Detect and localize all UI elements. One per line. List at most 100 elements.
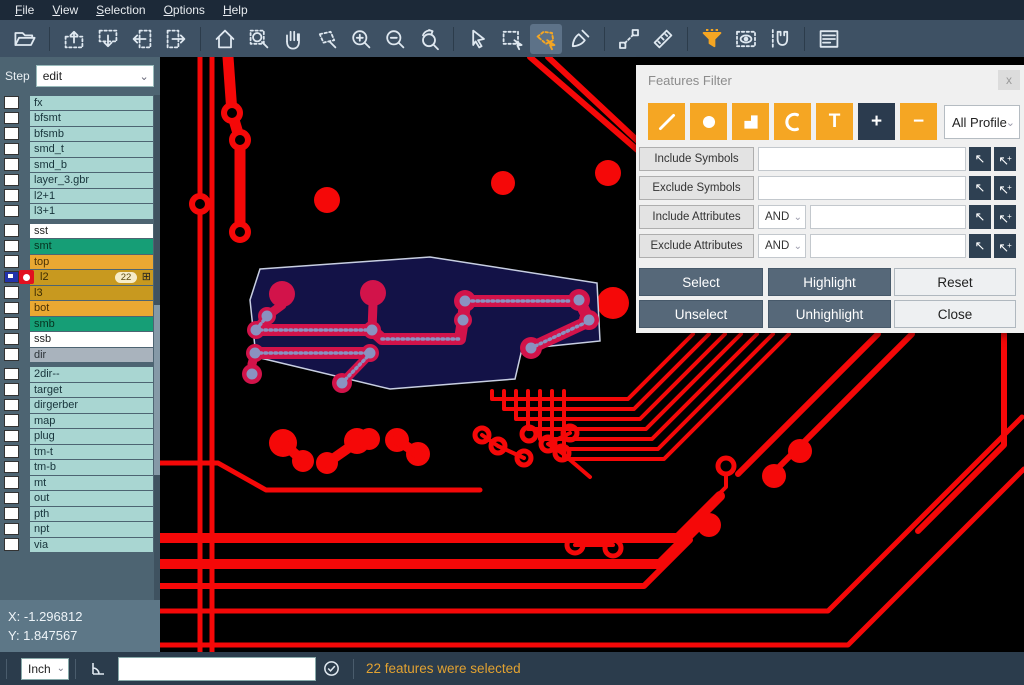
filter-value-field[interactable] — [758, 176, 966, 200]
zoom-out-icon[interactable] — [379, 24, 411, 54]
features-filter-icon[interactable] — [696, 24, 728, 54]
move-up-icon[interactable] — [58, 24, 90, 54]
pan-hand-icon[interactable] — [277, 24, 309, 54]
layer-name[interactable]: l2+1 — [30, 189, 153, 204]
layer-row-map[interactable]: map — [0, 413, 160, 429]
zoom-area-icon[interactable] — [243, 24, 275, 54]
rect-select-icon[interactable] — [496, 24, 528, 54]
layer-name[interactable]: via — [30, 538, 153, 553]
layer-row-l3+1[interactable]: l3+1 — [0, 204, 160, 220]
line-tool-button[interactable] — [648, 103, 685, 140]
layer-name[interactable]: l222⊞ — [30, 270, 153, 285]
menu-selection[interactable]: Selection — [87, 1, 154, 19]
and-select[interactable]: AND⌄ — [758, 234, 806, 258]
layer-checkbox[interactable] — [4, 143, 19, 156]
layer-name[interactable]: smd_t — [30, 142, 153, 157]
profile-select[interactable]: All Profile ⌄ — [944, 105, 1020, 139]
unhighlight-button[interactable]: Unhighlight — [768, 300, 891, 328]
layer-checkbox[interactable] — [4, 302, 19, 315]
layer-name[interactable]: l3+1 — [30, 204, 153, 219]
layer-checkbox[interactable] — [4, 158, 19, 171]
selection-region[interactable] — [242, 257, 600, 393]
remove-filter-button[interactable]: − — [900, 103, 937, 140]
layer-name[interactable]: dirgerber — [30, 398, 153, 413]
select-button[interactable]: Select — [639, 268, 763, 296]
layer-name[interactable]: tm-t — [30, 445, 153, 460]
pick-icon[interactable]: ↖ — [969, 234, 991, 258]
unit-select[interactable]: Inch ⌄ — [21, 658, 69, 680]
layer-row-mt[interactable]: mt — [0, 475, 160, 491]
layer-name[interactable]: bfsmt — [30, 111, 153, 126]
step-select[interactable]: edit ⌄ — [36, 65, 154, 87]
layer-checkbox[interactable] — [4, 317, 19, 330]
layer-name[interactable]: target — [30, 383, 153, 398]
layer-checkbox[interactable] — [4, 476, 19, 489]
poly-zoom-icon[interactable] — [311, 24, 343, 54]
menu-options[interactable]: Options — [155, 1, 214, 19]
pick-icon[interactable]: ↖ — [969, 176, 991, 200]
zoom-previous-icon[interactable] — [413, 24, 445, 54]
measure-line-icon[interactable] — [613, 24, 645, 54]
layer-row-sst[interactable]: sst — [0, 223, 160, 239]
close-icon[interactable]: x — [998, 70, 1020, 90]
layer-checkbox[interactable] — [4, 348, 19, 361]
pick-add-icon[interactable]: ↖+ — [994, 176, 1016, 200]
menu-view[interactable]: View — [43, 1, 87, 19]
pick-add-icon[interactable]: ↖+ — [994, 205, 1016, 229]
highlight-button[interactable]: Highlight — [768, 268, 891, 296]
layer-name[interactable]: map — [30, 414, 153, 429]
layer-checkbox[interactable] — [4, 523, 19, 536]
scrollbar-thumb[interactable] — [154, 305, 160, 475]
layer-row-fx[interactable]: fx — [0, 95, 160, 111]
text-tool-button[interactable]: T — [816, 103, 853, 140]
layer-checkbox[interactable] — [4, 492, 19, 505]
layer-name[interactable]: l3 — [30, 286, 153, 301]
reset-button[interactable]: Reset — [894, 268, 1016, 296]
layer-row-via[interactable]: via — [0, 537, 160, 553]
home-icon[interactable] — [209, 24, 241, 54]
layer-checkbox[interactable] — [4, 286, 19, 299]
pad-tool-button[interactable] — [690, 103, 727, 140]
include-symbols-button[interactable]: Include Symbols — [639, 147, 754, 171]
poly-select-icon[interactable] — [530, 24, 562, 54]
layer-row-out[interactable]: out — [0, 491, 160, 507]
layer-name[interactable]: fx — [30, 96, 153, 111]
layer-scrollbar[interactable] — [154, 95, 160, 615]
layer-checkbox[interactable] — [4, 445, 19, 458]
layer-checkbox[interactable] — [4, 96, 19, 109]
layer-checkbox[interactable] — [4, 189, 19, 202]
pick-add-icon[interactable]: ↖+ — [994, 234, 1016, 258]
zoom-in-icon[interactable] — [345, 24, 377, 54]
layer-name[interactable]: bot — [30, 301, 153, 316]
layer-checkbox[interactable] — [4, 430, 19, 443]
layer-name[interactable]: smb — [30, 317, 153, 332]
layer-row-smb[interactable]: smb — [0, 316, 160, 332]
layer-name[interactable]: npt — [30, 522, 153, 537]
add-filter-button[interactable]: + — [858, 103, 895, 140]
layer-checkbox[interactable] — [4, 368, 19, 381]
open-folder-icon[interactable] — [9, 24, 41, 54]
selection-polygon[interactable] — [250, 257, 600, 389]
move-left-icon[interactable] — [126, 24, 158, 54]
layer-row-plug[interactable]: plug — [0, 429, 160, 445]
pick-icon[interactable]: ↖ — [969, 205, 991, 229]
layer-checkbox[interactable] — [4, 507, 19, 520]
layer-row-bfsmt[interactable]: bfsmt — [0, 111, 160, 127]
exclude-attributes-button[interactable]: Exclude Attributes — [639, 234, 754, 258]
layer-checkbox[interactable] — [4, 240, 19, 253]
layer-row-tm-t[interactable]: tm-t — [0, 444, 160, 460]
layer-row-smd_t[interactable]: smd_t — [0, 142, 160, 158]
layer-row-smt[interactable]: smt — [0, 239, 160, 255]
layer-name[interactable]: ssb — [30, 332, 153, 347]
layer-checkbox[interactable] — [4, 205, 19, 218]
form-panel-icon[interactable] — [813, 24, 845, 54]
layer-row-smd_b[interactable]: smd_b — [0, 157, 160, 173]
layer-name[interactable]: dir — [30, 348, 153, 363]
exclude-symbols-button[interactable]: Exclude Symbols — [639, 176, 754, 200]
snap-magnet-icon[interactable] — [764, 24, 796, 54]
layer-name[interactable]: layer_3.gbr — [30, 173, 153, 188]
layer-checkbox[interactable] — [4, 538, 19, 551]
layer-row-npt[interactable]: npt — [0, 522, 160, 538]
layer-row-tm-b[interactable]: tm-b — [0, 460, 160, 476]
layer-row-target[interactable]: target — [0, 382, 160, 398]
